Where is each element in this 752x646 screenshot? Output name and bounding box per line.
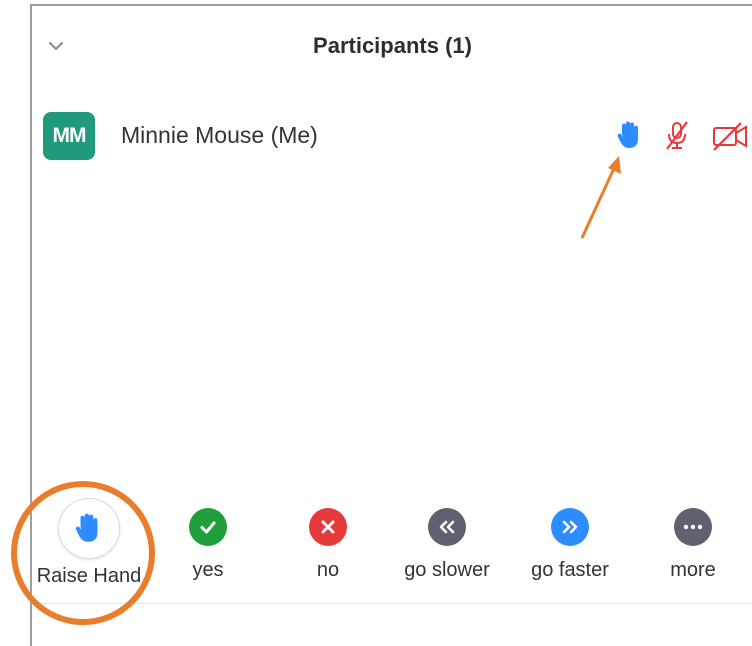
participant-name: Minnie Mouse (Me) <box>121 122 318 148</box>
go-slower-button[interactable]: go slower <box>387 508 507 588</box>
muted-microphone-icon[interactable] <box>663 120 691 152</box>
raise-hand-circle <box>58 498 120 559</box>
more-button[interactable]: more <box>658 508 728 588</box>
ellipsis-icon <box>683 524 703 530</box>
no-circle <box>309 508 347 546</box>
go-slower-circle <box>428 508 466 546</box>
raise-hand-button[interactable]: Raise Hand <box>30 498 148 588</box>
more-label: more <box>670 559 716 581</box>
double-chevron-right-icon <box>562 520 578 534</box>
go-faster-circle <box>551 508 589 546</box>
yes-circle <box>189 508 227 546</box>
annotation-arrow <box>580 156 621 239</box>
avatar: MM <box>43 112 95 160</box>
go-slower-label: go slower <box>404 559 490 581</box>
chevron-down-icon[interactable] <box>46 38 66 54</box>
yes-button[interactable]: yes <box>178 508 238 588</box>
raised-hand-icon <box>617 121 638 148</box>
raise-hand-icon <box>75 513 98 542</box>
no-button[interactable]: no <box>298 508 358 588</box>
raise-hand-label: Raise Hand <box>36 565 142 587</box>
go-faster-label: go faster <box>531 559 609 581</box>
double-chevron-left-icon <box>439 520 455 534</box>
checkmark-icon <box>200 521 216 534</box>
divider <box>32 603 752 604</box>
video-off-icon[interactable] <box>711 120 749 152</box>
panel-title: Participants (1) <box>313 33 472 58</box>
go-faster-button[interactable]: go faster <box>515 508 625 588</box>
no-label: no <box>316 559 340 581</box>
yes-label: yes <box>192 559 224 581</box>
more-circle <box>674 508 712 546</box>
x-icon <box>321 520 335 534</box>
